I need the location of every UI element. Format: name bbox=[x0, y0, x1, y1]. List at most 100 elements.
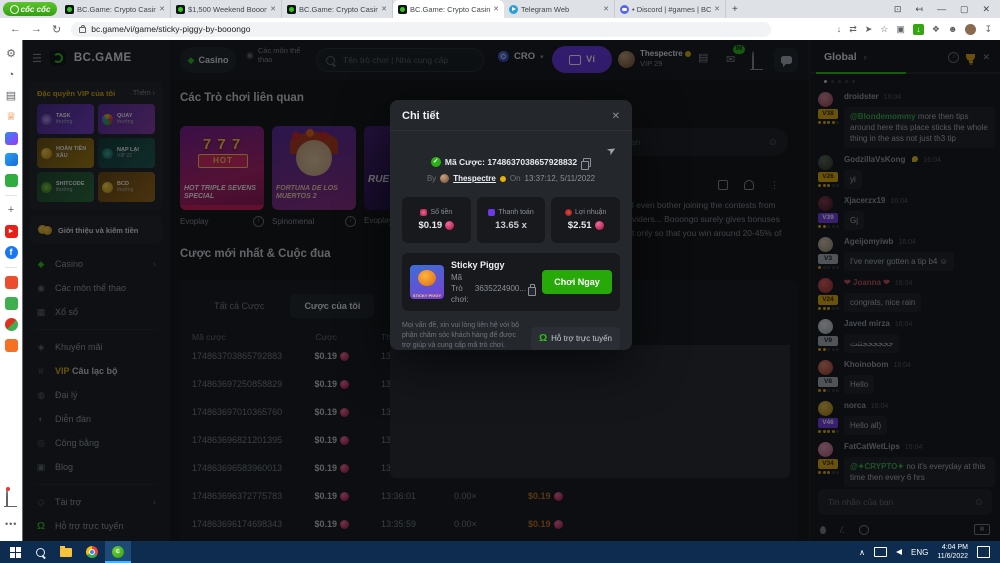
close-window-button[interactable]: ✕ bbox=[982, 4, 990, 15]
reading-list-icon[interactable]: ▤ bbox=[5, 90, 18, 103]
folder-icon bbox=[60, 548, 72, 557]
hidden-icons-chevron[interactable]: ∧ bbox=[859, 548, 865, 557]
share-icon[interactable]: ➤ bbox=[865, 24, 873, 35]
add-shortcut-button[interactable]: + bbox=[5, 204, 18, 217]
extension-icon[interactable]: ❖ bbox=[932, 24, 940, 35]
bet-details-modal: Chi tiết ✕ ➤ ✓ Mã Cược: 1748637038657928… bbox=[390, 100, 632, 350]
modal-close-icon[interactable]: ✕ bbox=[612, 111, 620, 122]
history-clock-icon[interactable]: ◔ bbox=[5, 69, 18, 82]
translate-icon[interactable]: ⇄ bbox=[849, 24, 857, 35]
bet-author-row: By Thespectre On 13:37:12, 5/11/2022 bbox=[390, 174, 632, 183]
bet-author-link[interactable]: Thespectre bbox=[453, 174, 496, 183]
shop-green-icon[interactable] bbox=[5, 297, 18, 310]
tab-close-icon[interactable]: ✕ bbox=[714, 5, 720, 13]
tab-close-icon[interactable]: ✕ bbox=[159, 5, 165, 13]
coccoc-ring-icon bbox=[10, 5, 19, 14]
zalo-icon[interactable] bbox=[5, 153, 18, 166]
taskbar-search[interactable] bbox=[27, 541, 53, 563]
volume-icon[interactable] bbox=[896, 549, 902, 555]
taskbar-chrome[interactable] bbox=[79, 541, 105, 563]
profile-badge-icon[interactable]: ☻ bbox=[948, 24, 957, 34]
bet-id-row: ✓ Mã Cược: 1748637038657928832 bbox=[390, 157, 632, 167]
downloads-icon[interactable]: ↧ bbox=[984, 24, 992, 35]
tab-bcgame-1[interactable]: BC.Game: Crypto Casino Ga✕ bbox=[60, 0, 171, 18]
piggy-art bbox=[418, 270, 436, 286]
rail-divider bbox=[5, 195, 17, 196]
bcgame-favicon bbox=[65, 5, 74, 14]
profit-icon bbox=[565, 209, 572, 216]
back-button[interactable]: ← bbox=[10, 23, 21, 35]
bcgame-favicon bbox=[287, 5, 296, 14]
network-icon[interactable] bbox=[874, 547, 887, 557]
settings-gear-icon[interactable]: ⚙ bbox=[5, 48, 18, 61]
download-active-icon[interactable]: ↓ bbox=[913, 24, 924, 35]
tab-close-icon[interactable]: ✕ bbox=[493, 5, 499, 13]
stat-amount: Số tiền $0.19 bbox=[402, 197, 471, 243]
url-text[interactable]: bc.game/vi/game/sticky-piggy-by-booongo bbox=[91, 24, 250, 34]
bcd-gem-icon bbox=[595, 221, 604, 230]
minimize-button[interactable]: — bbox=[937, 4, 946, 15]
action-center-icon[interactable] bbox=[977, 546, 990, 558]
watermelon-icon[interactable] bbox=[5, 318, 18, 331]
tab-close-icon[interactable]: ✕ bbox=[270, 5, 276, 13]
telegram-favicon bbox=[509, 5, 518, 14]
bet-stats: Số tiền $0.19 Thanh toán 13.65 x Lợi nhu… bbox=[402, 197, 620, 243]
rail-more-menu[interactable]: ••• bbox=[5, 519, 17, 529]
tab-booongo[interactable]: $1,500 Weekend Booongo M✕ bbox=[171, 0, 282, 18]
taskbar-explorer[interactable] bbox=[53, 541, 79, 563]
search-icon bbox=[36, 548, 45, 557]
bcd-gem-icon bbox=[445, 221, 454, 230]
new-tab-button[interactable]: + bbox=[732, 4, 738, 15]
facebook-icon[interactable]: f bbox=[5, 246, 18, 259]
notification-dot bbox=[6, 487, 10, 491]
windows-taskbar: c ∧ ENG 4:04 PM 11/6/2022 bbox=[0, 541, 1000, 563]
bcgame-favicon bbox=[176, 5, 185, 14]
maximize-button[interactable]: ▢ bbox=[960, 4, 969, 15]
tab-telegram[interactable]: Telegram Web✕ bbox=[504, 0, 615, 18]
amount-icon bbox=[420, 209, 427, 216]
language-indicator[interactable]: ENG bbox=[911, 548, 928, 557]
tab-close-icon[interactable]: ✕ bbox=[603, 5, 609, 13]
play-now-button[interactable]: Chơi Ngay bbox=[542, 270, 612, 294]
browser-avatar[interactable] bbox=[965, 24, 976, 35]
adblock-shield-icon[interactable]: ▣ bbox=[896, 24, 905, 35]
medal-icon bbox=[500, 176, 506, 182]
gamepad-icon[interactable] bbox=[5, 174, 18, 187]
headset-icon: Ω bbox=[539, 333, 547, 344]
tab-search-icon[interactable]: ⊡ bbox=[894, 4, 902, 15]
crown-hot-icon[interactable]: ♕ bbox=[5, 111, 18, 124]
reload-button[interactable]: ↻ bbox=[52, 23, 61, 36]
tab-bcgame-active[interactable]: BC.Game: Crypto Casino Ga✕ bbox=[393, 0, 504, 18]
tab-discord[interactable]: • Discord | #games | BC G✕ bbox=[615, 0, 726, 18]
address-bar[interactable]: bc.game/vi/game/sticky-piggy-by-booongo bbox=[71, 22, 771, 37]
start-button[interactable] bbox=[10, 547, 21, 558]
browser-tab-bar: cốc cốc BC.Game: Crypto Casino Ga✕ $1,50… bbox=[0, 0, 1000, 18]
tab-bcgame-2[interactable]: BC.Game: Crypto Casino Ga✕ bbox=[282, 0, 393, 18]
sticky-piggy-thumbnail[interactable]: STICKY PIGGY bbox=[410, 265, 444, 299]
bookmark-star-icon[interactable]: ☆ bbox=[880, 24, 888, 35]
bcgame-page: ☰ BC.GAME Đặc quyền VIP của tôi Thêm › T… bbox=[22, 40, 1000, 541]
save-page-icon[interactable]: ↓ bbox=[837, 24, 842, 34]
lock-icon bbox=[79, 27, 86, 33]
copy-icon[interactable] bbox=[583, 158, 591, 167]
game-title: Sticky Piggy bbox=[451, 259, 535, 272]
snap-icon[interactable]: ↤ bbox=[915, 4, 923, 15]
live-support-button[interactable]: Ω Hỗ trợ trực tuyến bbox=[531, 327, 620, 350]
notification-bell[interactable] bbox=[6, 489, 8, 507]
toolbar-actions: ↓ ⇄ ➤ ☆ ▣ ↓ ❖ ☻ ↧ bbox=[837, 24, 1000, 35]
discord-favicon bbox=[620, 5, 629, 14]
copy-icon[interactable] bbox=[530, 284, 535, 293]
coccoc-icon: c bbox=[112, 546, 124, 558]
mini-avatar bbox=[440, 174, 449, 183]
support-note: Mọi vấn đề, xin vui lòng liên hệ với bộ … bbox=[402, 321, 521, 351]
tab-close-icon[interactable]: ✕ bbox=[381, 5, 387, 13]
youtube-icon[interactable]: ► bbox=[5, 225, 18, 238]
coccoc-logo[interactable]: cốc cốc bbox=[3, 2, 57, 16]
messenger-icon[interactable] bbox=[5, 132, 18, 145]
modal-footer: Mọi vấn đề, xin vui lòng liên hệ với bộ … bbox=[402, 321, 620, 351]
taskbar-coccoc-active[interactable]: c bbox=[105, 541, 131, 563]
taskbar-clock[interactable]: 4:04 PM 11/6/2022 bbox=[937, 543, 968, 562]
forward-button[interactable]: → bbox=[31, 23, 42, 35]
shopee-icon[interactable] bbox=[5, 276, 18, 289]
lazada-cart-icon[interactable] bbox=[5, 339, 18, 352]
